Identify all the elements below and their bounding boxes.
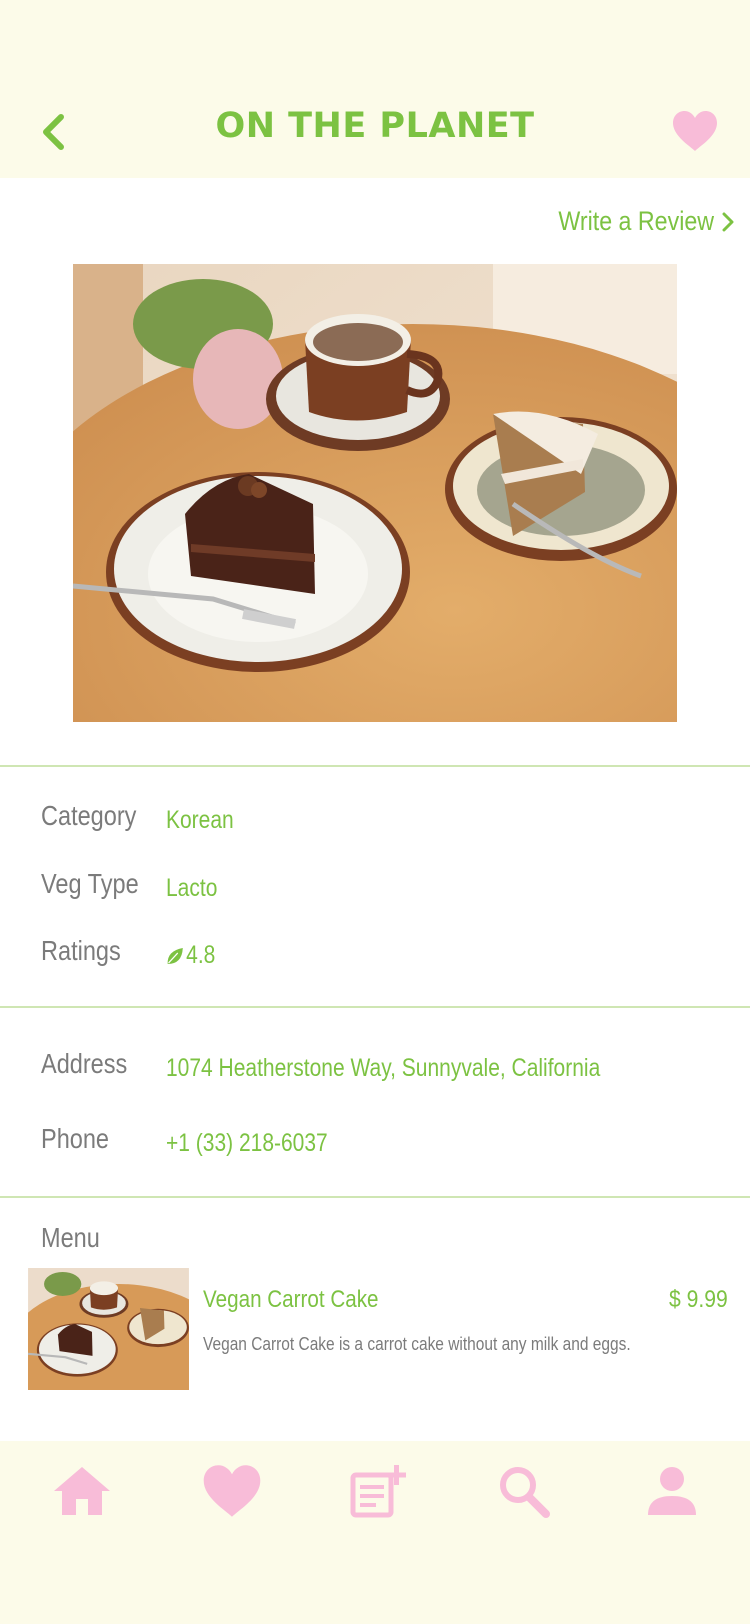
person-icon: [648, 1467, 696, 1515]
ratings-value: 4.8: [186, 941, 216, 969]
hero-image: [73, 264, 677, 722]
chevron-left-icon: [43, 114, 64, 150]
menu-item-name: Vegan Carrot Cake: [203, 1286, 379, 1313]
divider: [0, 765, 750, 767]
leaf-icon: [167, 947, 183, 964]
veg-type-label: Veg Type: [41, 868, 139, 899]
category-value: Korean: [166, 806, 234, 834]
nav-favorites[interactable]: [200, 1461, 264, 1521]
divider: [0, 1196, 750, 1198]
phone-label: Phone: [41, 1123, 110, 1154]
category-label: Category: [41, 800, 137, 831]
write-review-link[interactable]: Write a Review: [533, 206, 734, 237]
divider: [0, 1006, 750, 1008]
chevron-right-icon: [722, 212, 734, 231]
veg-type-value: Lacto: [166, 874, 218, 902]
cake-photo: [73, 264, 677, 722]
search-icon: [500, 1467, 550, 1518]
nav-add-note[interactable]: [346, 1461, 410, 1521]
bottom-nav: [0, 1441, 750, 1624]
home-icon: [54, 1467, 110, 1515]
phone-value[interactable]: +1 (33) 218-6037: [166, 1129, 328, 1158]
ratings-label: Ratings: [41, 935, 121, 966]
nav-profile[interactable]: [640, 1461, 704, 1521]
write-review-label: Write a Review: [558, 206, 714, 236]
menu-item-thumbnail: [28, 1268, 189, 1390]
nav-home[interactable]: [50, 1461, 114, 1521]
nav-search[interactable]: [492, 1461, 556, 1521]
menu-item[interactable]: Vegan Carrot Cake $ 9.99 Vegan Carrot Ca…: [28, 1268, 728, 1390]
ratings-value-group: 4.8: [166, 941, 215, 970]
menu-item-price: $ 9.99: [669, 1286, 728, 1313]
note-add-icon: [350, 1465, 406, 1518]
heart-icon: [203, 1465, 261, 1517]
favorite-button[interactable]: [672, 110, 718, 152]
heart-icon: [673, 111, 717, 151]
menu-label: Menu: [41, 1222, 100, 1253]
menu-item-description: Vegan Carrot Cake is a carrot cake witho…: [203, 1334, 631, 1354]
back-button[interactable]: [36, 112, 70, 152]
top-bar: [0, 0, 750, 178]
address-label: Address: [41, 1048, 128, 1079]
address-value[interactable]: 1074 Heatherstone Way, Sunnyvale, Califo…: [166, 1054, 600, 1083]
